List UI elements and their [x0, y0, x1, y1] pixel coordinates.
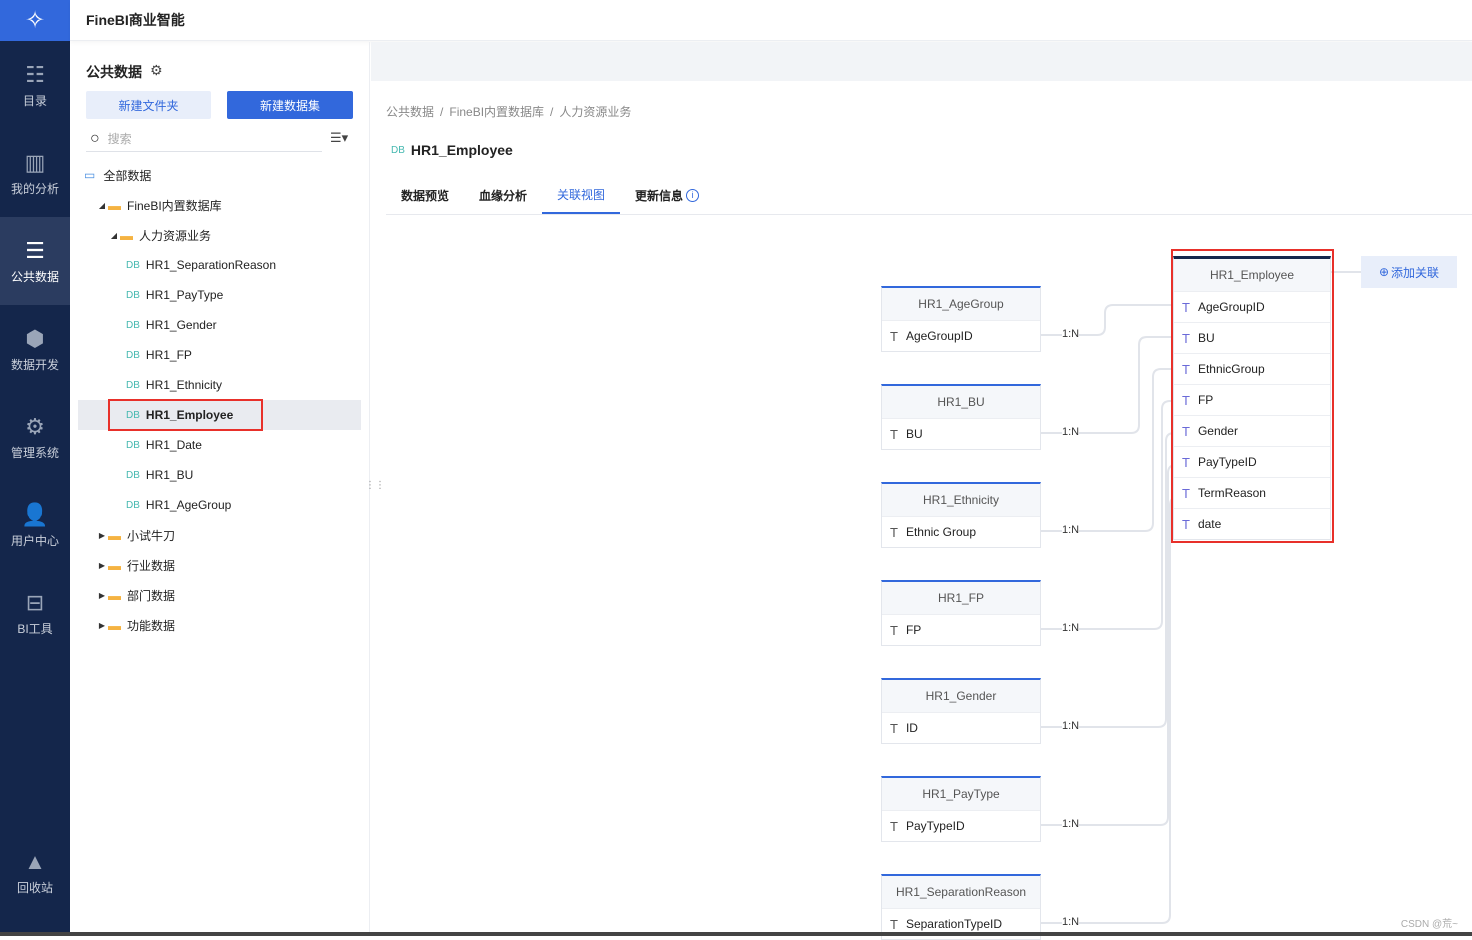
- related-table[interactable]: HR1_Gender T ID: [881, 678, 1041, 744]
- main-field[interactable]: Tdate: [1174, 508, 1330, 539]
- relation-label: 1:N: [1062, 328, 1080, 340]
- main-field[interactable]: T BU: [1174, 322, 1330, 353]
- text-type-icon: T: [1182, 423, 1190, 439]
- relation-label: 1:N: [1062, 622, 1080, 634]
- main-table-title: HR1_Employee: [1174, 259, 1330, 291]
- add-relation-button[interactable]: ⊕ 添加关联: [1361, 256, 1457, 288]
- relation-label: 1:N: [1062, 720, 1080, 732]
- related-field[interactable]: T ID: [882, 712, 1040, 743]
- text-type-icon: T: [890, 916, 898, 932]
- relation-line: [1041, 432, 1175, 728]
- text-type-icon: T: [890, 720, 898, 736]
- main-field[interactable]: T TermReason: [1174, 477, 1330, 508]
- text-type-icon: T: [1182, 330, 1190, 346]
- text-type-icon: T: [1182, 299, 1190, 315]
- relation-label: 1:N: [1062, 426, 1080, 438]
- related-field[interactable]: T PayTypeID: [882, 810, 1040, 841]
- text-type-icon: T: [1182, 454, 1190, 470]
- relation-label: 1:N: [1062, 916, 1080, 928]
- relation-line: [1041, 304, 1173, 336]
- related-table[interactable]: HR1_FP T FP: [881, 580, 1041, 646]
- text-type-icon: T: [1182, 361, 1190, 377]
- related-table[interactable]: HR1_AgeGroup T AgeGroupID: [881, 286, 1041, 352]
- related-field[interactable]: T FP: [882, 614, 1040, 645]
- main-field[interactable]: T Gender: [1174, 415, 1330, 446]
- text-type-icon: T: [1182, 516, 1190, 532]
- text-type-icon: T: [890, 818, 898, 834]
- main-field[interactable]: T AgeGroupID: [1174, 291, 1330, 322]
- related-table[interactable]: HR1_BU T BU: [881, 384, 1041, 450]
- relation-line: [1041, 496, 1179, 924]
- relation-label: 1:N: [1062, 818, 1080, 830]
- main-field[interactable]: T EthnicGroup: [1174, 353, 1330, 384]
- text-type-icon: T: [890, 622, 898, 638]
- text-type-icon: T: [1182, 485, 1190, 501]
- bottom-bar: [0, 932, 1472, 936]
- relation-label: 1:N: [1062, 524, 1080, 536]
- relation-line: [1041, 368, 1173, 532]
- text-type-icon: T: [890, 426, 898, 442]
- main-field[interactable]: T PayTypeID: [1174, 446, 1330, 477]
- related-table[interactable]: HR1_Ethnicity T Ethnic Group: [881, 482, 1041, 548]
- related-table[interactable]: HR1_SeparationReason T SeparationTypeID: [881, 874, 1041, 940]
- related-table[interactable]: HR1_PayType T PayTypeID: [881, 776, 1041, 842]
- related-field[interactable]: T AgeGroupID: [882, 320, 1040, 351]
- text-type-icon: T: [1182, 392, 1190, 408]
- related-field[interactable]: T Ethnic Group: [882, 516, 1040, 547]
- main-field[interactable]: T FP: [1174, 384, 1330, 415]
- watermark: CSDN @荒~: [1400, 919, 1458, 930]
- text-type-icon: T: [890, 328, 898, 344]
- text-type-icon: T: [890, 524, 898, 540]
- main-table[interactable]: HR1_Employee T AgeGroupID T BU T EthnicGroup T…: [1173, 256, 1331, 540]
- relation-line: [1041, 464, 1177, 826]
- related-field[interactable]: T BU: [882, 418, 1040, 449]
- plus-circle-icon: ⊕: [1378, 265, 1390, 279]
